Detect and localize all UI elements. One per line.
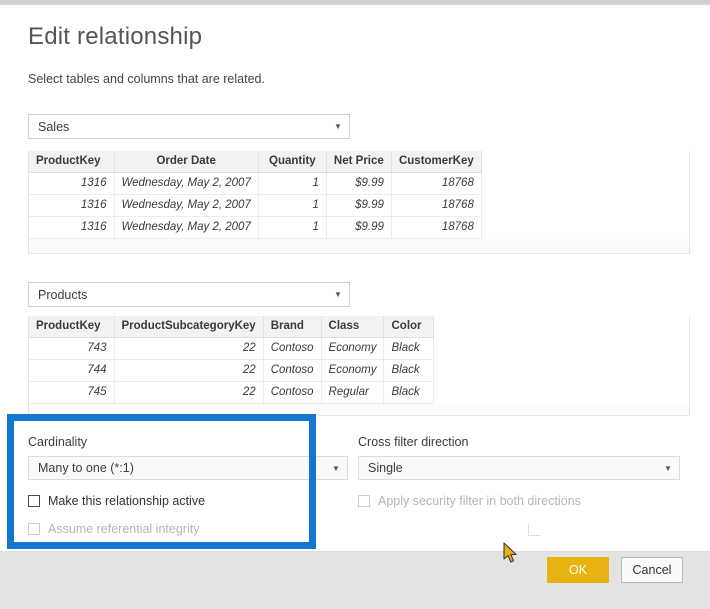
make-relationship-active-checkbox-row[interactable]: Make this relationship active [28, 494, 348, 508]
table-cell: 1316 [29, 194, 115, 217]
table-cell: Wednesday, May 2, 2007 [114, 216, 259, 239]
table-row: 1316 Wednesday, May 2, 2007 1 $9.99 18768 [29, 172, 482, 195]
cross-filter-dropdown-value: Single [368, 461, 403, 475]
cross-filter-dropdown[interactable]: Single ▼ [358, 456, 680, 480]
table-cell: Economy [321, 359, 385, 382]
table-cell: Black [383, 337, 435, 360]
products-table-dropdown[interactable]: Products ▼ [28, 282, 350, 307]
table-cell: 1 [258, 194, 327, 217]
cardinality-dropdown-value: Many to one (*:1) [38, 461, 134, 475]
products-preview-table: ProductKey ProductSubcategoryKey Brand Clas… [29, 316, 435, 404]
table-cell: Economy [321, 337, 385, 360]
table-cell: 745 [29, 381, 115, 404]
apply-security-filter-label: Apply security filter in both directions [378, 494, 581, 508]
table-cell: 1 [258, 216, 327, 239]
table-cell: Contoso [263, 337, 322, 360]
column-header[interactable]: ProductSubcategoryKey [114, 316, 264, 338]
table-cell: 22 [114, 359, 264, 382]
dialog-body: Edit relationship Select tables and colu… [0, 5, 710, 551]
cardinality-label: Cardinality [28, 435, 88, 449]
ok-button[interactable]: OK [547, 557, 609, 583]
table-cell: $9.99 [326, 172, 392, 195]
corner-mark [528, 524, 540, 536]
cancel-button[interactable]: Cancel [621, 557, 683, 583]
table-cell: Black [383, 359, 435, 382]
sales-preview-grid: ProductKey Order Date Quantity Net Price Cus… [28, 151, 690, 254]
sales-preview-table: ProductKey Order Date Quantity Net Price Cus… [29, 151, 482, 239]
page-title: Edit relationship [28, 23, 203, 50]
table-cell: $9.99 [326, 194, 392, 217]
table-cell: Wednesday, May 2, 2007 [114, 172, 259, 195]
chevron-down-icon: ▼ [664, 463, 672, 473]
chevron-down-icon: ▼ [332, 463, 340, 473]
table-cell: Regular [321, 381, 385, 404]
edit-relationship-dialog: ✕ Edit relationship Select tables and co… [0, 0, 710, 609]
column-header[interactable]: ProductKey [29, 151, 115, 173]
make-relationship-active-label: Make this relationship active [48, 494, 206, 508]
table-row: 744 22 Contoso Economy Black [29, 359, 435, 382]
table-row: 743 22 Contoso Economy Black [29, 337, 435, 360]
column-header[interactable]: Class [321, 316, 385, 338]
cross-filter-panel: Cross filter direction Single ▼ Apply se… [358, 435, 680, 508]
checkbox-icon[interactable] [28, 495, 40, 507]
table-cell: 1316 [29, 216, 115, 239]
table-cell: 1316 [29, 172, 115, 195]
dialog-subtitle: Select tables and columns that are relat… [28, 72, 265, 86]
assume-referential-integrity-checkbox-row: Assume referential integrity [28, 522, 348, 536]
cardinality-dropdown[interactable]: Many to one (*:1) ▼ [28, 456, 348, 480]
chevron-down-icon: ▼ [334, 122, 342, 131]
table-cell: 22 [114, 337, 264, 360]
column-header[interactable]: Brand [263, 316, 322, 338]
column-header[interactable]: Order Date [114, 151, 259, 173]
table-cell: $9.99 [326, 216, 392, 239]
grid-filler [29, 238, 689, 253]
cross-filter-label: Cross filter direction [358, 435, 469, 449]
table-cell: Wednesday, May 2, 2007 [114, 194, 259, 217]
table-cell: Contoso [263, 359, 322, 382]
chevron-down-icon: ▼ [334, 290, 342, 299]
table-row: 1316 Wednesday, May 2, 2007 1 $9.99 18768 [29, 194, 482, 217]
products-table-dropdown-value: Products [38, 287, 88, 302]
grid-filler [29, 403, 689, 415]
table-row: 745 22 Contoso Regular Black [29, 381, 435, 404]
column-header[interactable]: Quantity [258, 151, 327, 173]
table-cell: 18768 [391, 172, 482, 195]
products-preview-grid: ProductKey ProductSubcategoryKey Brand Clas… [28, 316, 690, 416]
table-cell: 744 [29, 359, 115, 382]
sales-table-dropdown[interactable]: Sales ▼ [28, 114, 350, 139]
table-row: 1316 Wednesday, May 2, 2007 1 $9.99 18768 [29, 216, 482, 239]
table-cell: 22 [114, 381, 264, 404]
column-header[interactable]: Color [383, 316, 435, 338]
table-cell: Contoso [263, 381, 322, 404]
assume-referential-integrity-label: Assume referential integrity [48, 522, 200, 536]
table-cell: 18768 [391, 216, 482, 239]
table-cell: Black [383, 381, 435, 404]
checkbox-icon [28, 523, 40, 535]
table-cell: 743 [29, 337, 115, 360]
table-header-row: ProductKey Order Date Quantity Net Price Cus… [29, 151, 482, 173]
column-header[interactable]: Net Price [326, 151, 392, 173]
column-header[interactable]: ProductKey [29, 316, 115, 338]
table-cell: 1 [258, 172, 327, 195]
window-top-strip-inner [0, 0, 710, 3]
column-header[interactable]: CustomerKey [391, 151, 482, 173]
table-header-row: ProductKey ProductSubcategoryKey Brand Clas… [29, 316, 435, 338]
apply-security-filter-checkbox-row: Apply security filter in both directions [358, 494, 680, 508]
checkbox-icon [358, 495, 370, 507]
table-cell: 18768 [391, 194, 482, 217]
sales-table-dropdown-value: Sales [38, 119, 70, 134]
cardinality-panel: Cardinality Many to one (*:1) ▼ Make thi… [28, 435, 348, 536]
